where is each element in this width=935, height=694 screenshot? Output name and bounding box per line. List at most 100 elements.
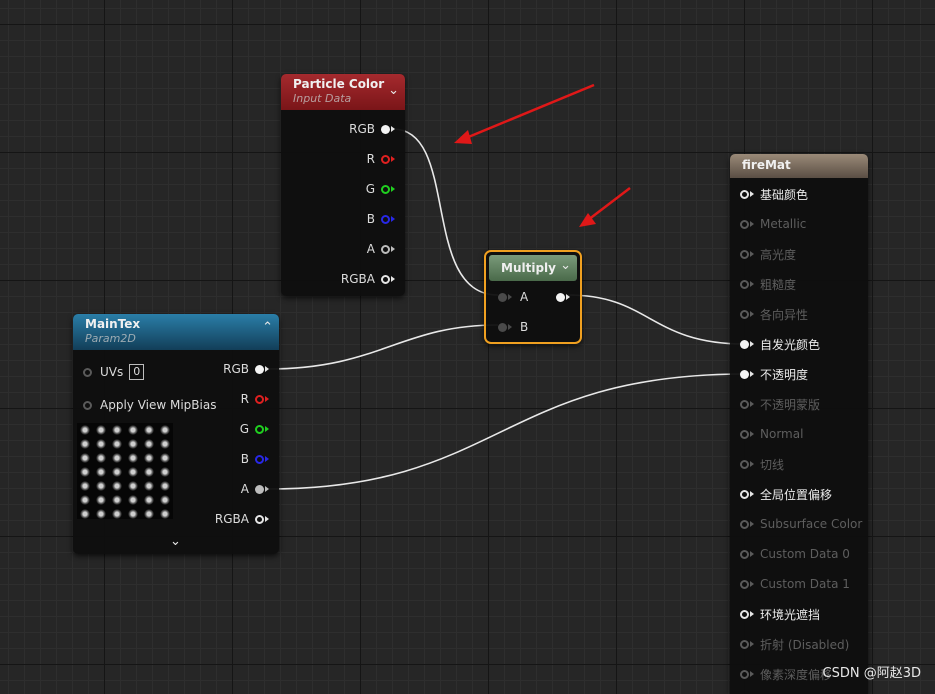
material-result-node[interactable]: fireMat 基础颜色 Metallic 高光度粗糙度各向异性自发光颜色不透明度不…	[730, 154, 868, 694]
material-pin[interactable]: 粗糙度	[740, 275, 796, 293]
pin-icon[interactable]	[381, 154, 390, 164]
pin-icon[interactable]	[740, 249, 749, 259]
pin-icon[interactable]	[740, 489, 749, 499]
pin-icon[interactable]	[740, 279, 749, 289]
multiply-node[interactable]: Multiply ⌄ A B	[484, 250, 582, 344]
material-pin[interactable]: Custom Data 1	[740, 575, 850, 593]
material-pin[interactable]: 环境光遮挡	[740, 605, 820, 623]
pin-icon[interactable]	[381, 184, 390, 194]
pin-label: Normal	[760, 427, 804, 441]
uvs-value-field[interactable]: 0	[129, 364, 145, 380]
pin-icon[interactable]	[83, 400, 92, 410]
pin-rgb[interactable]: RGB	[349, 120, 395, 138]
pin-icon[interactable]	[740, 639, 749, 649]
pin-icon[interactable]	[740, 609, 749, 619]
watermark: CSDN @阿赵3D	[822, 666, 921, 681]
pin-icon[interactable]	[740, 189, 749, 199]
pin-label: 基础颜色	[760, 187, 809, 202]
pin-icon[interactable]	[498, 292, 507, 302]
pin-label: RGBA	[340, 272, 375, 286]
chevron-down-icon[interactable]: ⌄	[560, 258, 571, 273]
pin-icon[interactable]	[255, 514, 264, 524]
node-title: fireMat	[742, 158, 791, 172]
texture-preview-image	[77, 423, 173, 519]
material-header[interactable]: fireMat	[730, 154, 868, 178]
pin-icon[interactable]	[255, 454, 264, 464]
pin-icon[interactable]	[740, 579, 749, 589]
material-pin[interactable]: 切线	[740, 455, 784, 473]
material-pin[interactable]: 各向异性	[740, 305, 808, 323]
mipbias-label: Apply View MipBias	[100, 398, 217, 412]
uvs-input[interactable]: UVs 0	[83, 363, 145, 381]
pin-g[interactable]: G	[366, 180, 395, 198]
particle-color-node[interactable]: Particle Color Input Data ⌄ RGB R G B A …	[281, 74, 405, 296]
arrow-head	[579, 213, 596, 227]
pin-output[interactable]	[556, 288, 570, 306]
pin-icon[interactable]	[740, 339, 749, 349]
maintex-node[interactable]: MainTex Param2D ⌃ UVs 0 Apply View MipBi…	[73, 314, 279, 554]
pin-r[interactable]: R	[367, 150, 395, 168]
pin-label: Custom Data 0	[760, 547, 850, 561]
pin-icon[interactable]	[381, 244, 390, 254]
material-pin[interactable]: 折射 (Disabled)	[740, 635, 849, 653]
pin-icon[interactable]	[740, 549, 749, 559]
pin-icon[interactable]	[740, 429, 749, 439]
material-pin[interactable]: 基础颜色	[740, 185, 808, 203]
pin-b[interactable]: B	[367, 210, 395, 228]
chevron-up-icon[interactable]: ⌃	[262, 320, 273, 335]
pin-rgba[interactable]: RGBA	[215, 510, 269, 528]
pin-icon[interactable]	[381, 124, 390, 134]
pin-a[interactable]: A	[241, 480, 269, 498]
particle-color-header[interactable]: Particle Color Input Data ⌄	[281, 74, 405, 110]
pin-a[interactable]: A	[367, 240, 395, 258]
pin-rgba[interactable]: RGBA	[341, 270, 395, 288]
pin-label: B	[520, 320, 529, 334]
material-pin[interactable]: 高光度	[740, 245, 796, 263]
pin-rgb[interactable]: RGB	[223, 360, 269, 378]
node-subtitle: Param2D	[85, 332, 136, 345]
material-pin[interactable]: Normal	[740, 425, 803, 443]
pin-r[interactable]: R	[241, 390, 269, 408]
pin-icon[interactable]	[740, 399, 749, 409]
pin-label: RGB	[223, 362, 249, 376]
material-pin[interactable]: 自发光颜色	[740, 335, 820, 353]
pin-icon[interactable]	[255, 484, 264, 494]
pin-label: R	[240, 392, 249, 406]
material-pin[interactable]: Subsurface Color	[740, 515, 862, 533]
chevron-down-icon[interactable]: ⌄	[388, 83, 399, 98]
material-pin[interactable]: 不透明蒙版	[740, 395, 820, 413]
pin-icon[interactable]	[381, 274, 390, 284]
annotation-arrow	[587, 187, 631, 221]
pin-icon[interactable]	[498, 322, 507, 332]
expand-chevron-icon[interactable]: ⌄	[170, 534, 181, 549]
pin-b[interactable]: B	[241, 450, 269, 468]
arrow-head	[454, 130, 472, 144]
multiply-header[interactable]: Multiply ⌄	[489, 255, 577, 281]
pin-label: 不透明度	[760, 367, 809, 382]
wire-particle-rgb-to-multiply-a	[392, 128, 499, 296]
node-subtitle: Input Data	[293, 92, 352, 105]
pin-icon[interactable]	[83, 367, 92, 377]
material-pin[interactable]: 像素深度偏移	[740, 665, 832, 683]
pin-icon[interactable]	[255, 394, 264, 404]
pin-icon[interactable]	[740, 309, 749, 319]
pin-icon[interactable]	[740, 219, 749, 229]
pin-icon[interactable]	[740, 369, 749, 379]
pin-input-a[interactable]: A	[498, 288, 528, 306]
material-pin[interactable]: 全局位置偏移	[740, 485, 832, 503]
material-pin[interactable]: Custom Data 0	[740, 545, 850, 563]
pin-icon[interactable]	[740, 459, 749, 469]
pin-g[interactable]: G	[240, 420, 269, 438]
maintex-header[interactable]: MainTex Param2D ⌃	[73, 314, 279, 350]
pin-icon[interactable]	[740, 519, 749, 529]
pin-icon[interactable]	[556, 292, 565, 302]
pin-label: RGBA	[214, 512, 249, 526]
material-pin[interactable]: Metallic	[740, 215, 806, 233]
pin-icon[interactable]	[381, 214, 390, 224]
pin-icon[interactable]	[255, 424, 264, 434]
pin-icon[interactable]	[255, 364, 264, 374]
mipbias-input[interactable]: Apply View MipBias	[83, 396, 216, 414]
pin-input-b[interactable]: B	[498, 318, 528, 336]
pin-icon[interactable]	[740, 669, 749, 679]
material-pin[interactable]: 不透明度	[740, 365, 808, 383]
